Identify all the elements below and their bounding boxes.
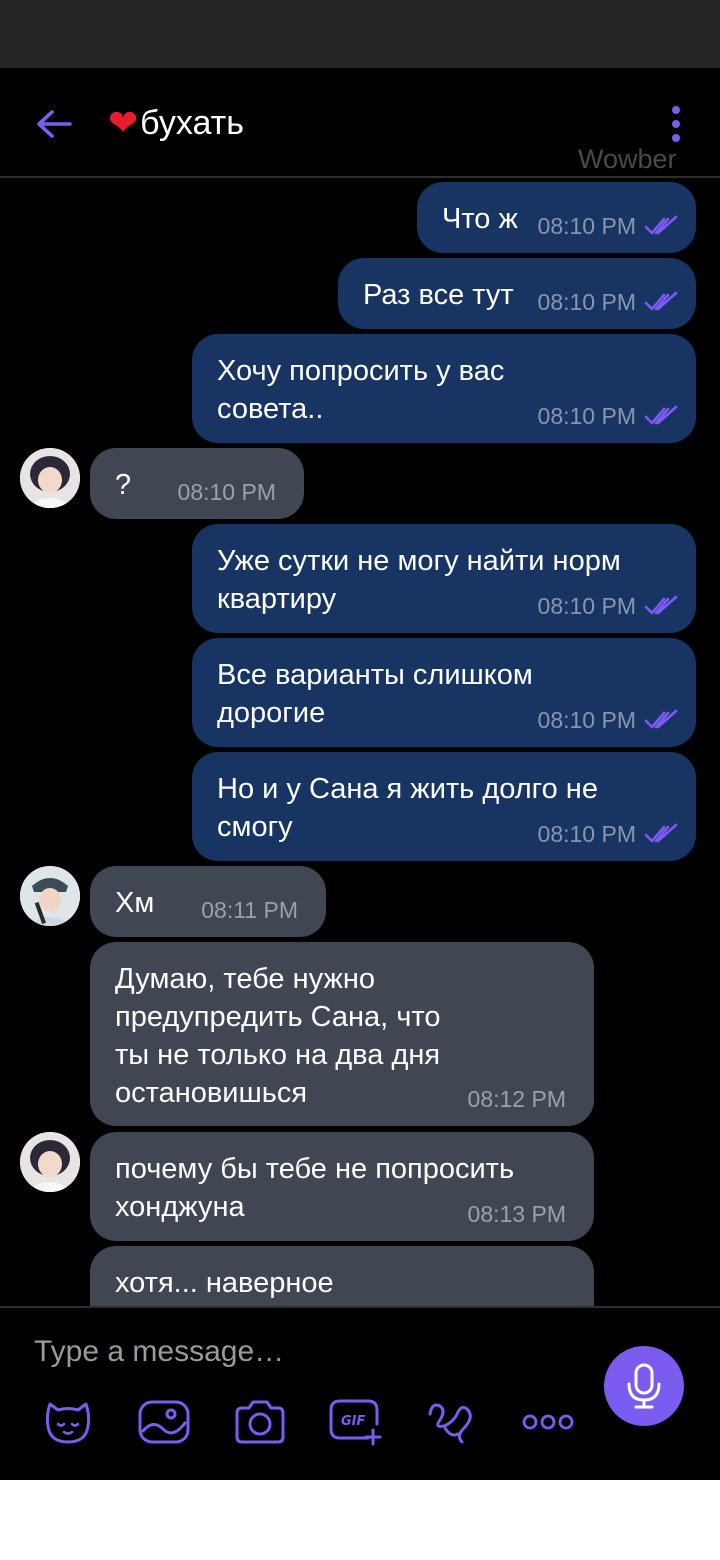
message-text: Все варианты слишком дорогие <box>217 659 533 729</box>
outgoing-message[interactable]: Уже сутки не могу найти норм квартиру 08… <box>192 524 696 633</box>
contact-avatar[interactable] <box>20 1132 80 1192</box>
back-arrow-icon <box>37 110 72 138</box>
message-time: 08:11 PM <box>201 897 298 923</box>
incoming-message[interactable]: хотя... наверное <box>90 1246 594 1306</box>
contact-avatar[interactable] <box>20 866 80 926</box>
message-input[interactable] <box>34 1330 574 1374</box>
avatar-photo <box>20 1132 80 1192</box>
contact-avatar[interactable] <box>20 448 80 508</box>
message-text: ? <box>115 469 132 501</box>
voice-message-button[interactable] <box>604 1346 684 1426</box>
message-composer: GIF <box>0 1306 720 1480</box>
message-meta: 08:10 PM <box>538 821 678 847</box>
message-meta: 08:10 PM <box>178 479 276 505</box>
message-meta: 08:10 PM <box>538 707 678 733</box>
message-time: 08:10 PM <box>537 403 636 429</box>
incoming-message[interactable]: ? 08:10 PM <box>90 448 304 519</box>
message-meta: 08:12 PM <box>468 1086 566 1112</box>
message-text: Думаю, тебе нужно предупредить Сана, что… <box>115 963 441 1109</box>
message-time: 08:10 PM <box>537 213 636 239</box>
more-dot-icon <box>672 106 680 114</box>
system-navigation-bar <box>0 1480 720 1560</box>
gallery-icon <box>138 1400 190 1444</box>
gallery-button[interactable] <box>136 1396 192 1448</box>
more-options-button[interactable] <box>520 1396 576 1448</box>
message-meta: 08:10 PM <box>538 593 678 619</box>
message-time: 08:10 PM <box>537 593 636 619</box>
more-dot-icon <box>672 120 680 128</box>
incoming-message[interactable]: Хм 08:11 PM <box>90 866 326 937</box>
microphone-icon <box>627 1363 661 1409</box>
message-text: Раз все тут <box>363 279 514 311</box>
double-check-icon <box>644 595 678 615</box>
double-check-icon <box>644 709 678 729</box>
more-dot-icon <box>672 134 680 142</box>
sticker-icon <box>45 1402 91 1444</box>
camera-icon <box>235 1400 285 1444</box>
message-text: Хм <box>115 887 155 919</box>
message-text: хотя... наверное <box>115 1267 334 1299</box>
double-check-icon <box>644 405 678 425</box>
message-meta: 08:13 PM <box>468 1201 566 1227</box>
avatar-photo <box>20 448 80 508</box>
watermark: Wowber <box>578 144 677 174</box>
message-time: 08:10 PM <box>537 821 636 847</box>
outgoing-message[interactable]: Раз все тут 08:10 PM <box>338 258 696 329</box>
camera-button[interactable] <box>232 1396 288 1448</box>
message-meta: 08:10 PM <box>538 213 678 239</box>
more-menu-button[interactable] <box>660 102 692 146</box>
message-text: Что ж <box>442 203 518 235</box>
message-time: 08:10 PM <box>537 289 636 315</box>
outgoing-message[interactable]: Но и у Сана я жить долго не смогу 08:10 … <box>192 752 696 861</box>
double-check-icon <box>644 291 678 311</box>
more-options-icon <box>522 1414 574 1430</box>
doodle-icon <box>428 1403 472 1444</box>
incoming-message[interactable]: почему бы тебе не попросить хонджуна 08:… <box>90 1132 594 1241</box>
back-button[interactable] <box>30 100 78 148</box>
message-text: Хочу попросить у вас совета.. <box>217 355 505 425</box>
gif-icon: GIF <box>329 1399 382 1446</box>
double-check-icon <box>644 823 678 843</box>
double-check-icon <box>644 215 678 235</box>
message-time: 08:10 PM <box>537 707 636 733</box>
chat-header: ❤ бухать Wowber <box>0 68 720 178</box>
gif-button[interactable]: GIF <box>328 1396 384 1448</box>
outgoing-message[interactable]: Хочу попросить у вас совета.. 08:10 PM <box>192 334 696 443</box>
sticker-button[interactable] <box>40 1396 96 1448</box>
outgoing-message[interactable]: Все варианты слишком дорогие 08:10 PM <box>192 638 696 747</box>
message-meta: 08:10 PM <box>538 403 678 429</box>
message-time: 08:10 PM <box>177 479 276 505</box>
status-bar <box>0 0 720 68</box>
message-meta: 08:11 PM <box>201 897 298 923</box>
message-meta: 08:10 PM <box>538 289 678 315</box>
message-text: почему бы тебе не попросить хонджуна <box>115 1153 515 1223</box>
message-time: 08:13 PM <box>467 1201 566 1227</box>
message-time: 08:12 PM <box>467 1086 566 1112</box>
incoming-message[interactable]: Думаю, тебе нужно предупредить Сана, что… <box>90 942 594 1126</box>
svg-text:GIF: GIF <box>341 1414 366 1429</box>
heart-icon: ❤ <box>108 102 139 144</box>
chat-title-text: бухать <box>140 104 244 142</box>
chat-title[interactable]: ❤ бухать <box>108 104 244 143</box>
avatar-photo <box>20 866 80 926</box>
message-list[interactable]: Что ж 08:10 PM Раз все тут 08:10 PM Хочу… <box>0 180 720 1306</box>
outgoing-message[interactable]: Что ж 08:10 PM <box>417 182 696 253</box>
doodle-button[interactable] <box>424 1396 480 1448</box>
